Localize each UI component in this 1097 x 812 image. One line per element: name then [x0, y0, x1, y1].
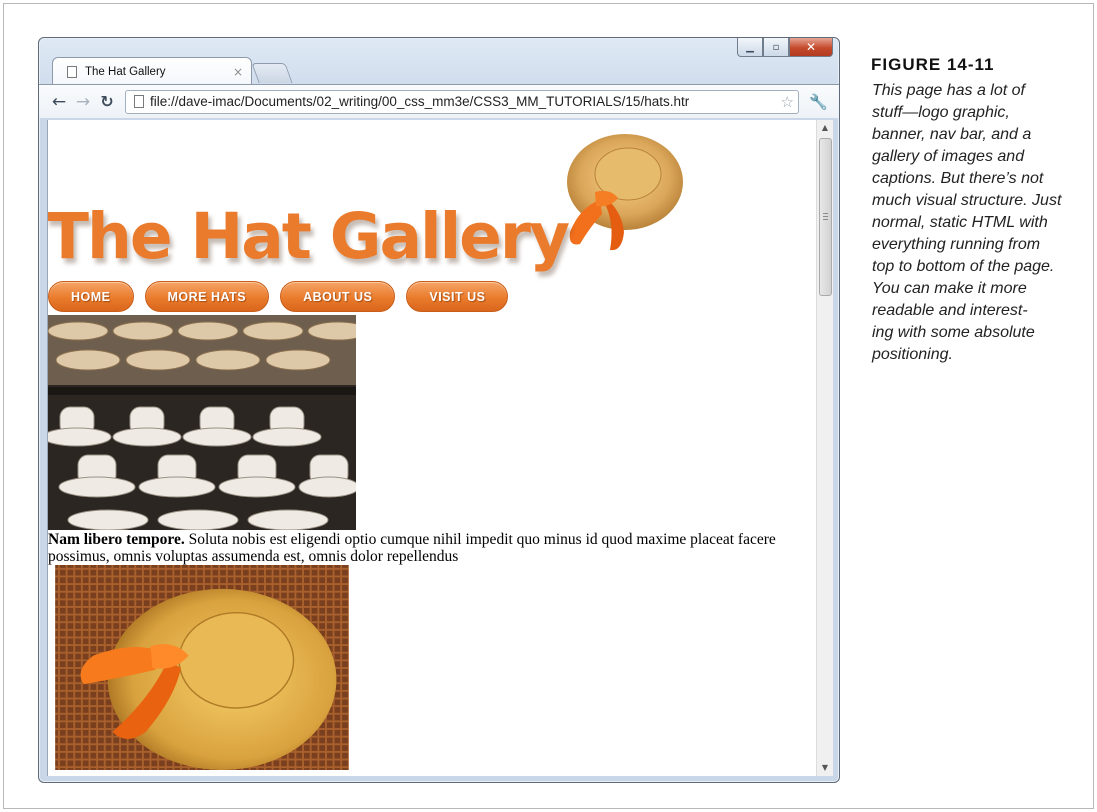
gallery-caption: Nam libero tempore. Soluta nobis est eli…	[48, 530, 808, 565]
tab-title: The Hat Gallery	[85, 65, 166, 78]
window-controls: ▁ ▫ ✕	[737, 38, 833, 58]
scroll-thumb[interactable]	[819, 138, 832, 296]
tab-the-hat-gallery[interactable]: The Hat Gallery ×	[52, 57, 252, 85]
new-tab-button[interactable]	[251, 63, 293, 83]
back-arrow-icon[interactable]: ←	[47, 92, 71, 112]
scroll-up-icon[interactable]: ▲	[817, 120, 833, 136]
caption-line: gallery of images and	[872, 148, 1025, 165]
browser-window: ▁ ▫ ✕ The Hat Gallery × ← → ↻ file://dav…	[38, 37, 840, 783]
caption-line: normal, static HTML with	[872, 214, 1048, 231]
file-page-icon	[134, 95, 144, 108]
site-logo[interactable]: The Hat Gallery	[48, 200, 570, 273]
scroll-down-icon[interactable]: ▼	[817, 760, 833, 776]
nav-about-us-button[interactable]: ABOUT US	[280, 281, 396, 312]
figure-caption: This page has a lot of stuff—logo graphi…	[872, 80, 1072, 366]
grip-icon	[823, 213, 828, 220]
vertical-scrollbar[interactable]: ▲ ▼	[816, 120, 833, 776]
caption-line: readable and interest-	[872, 302, 1028, 319]
caption-line: This page has a lot of	[872, 82, 1025, 99]
main-nav: HOME MORE HATS ABOUT US VISIT US	[48, 281, 509, 312]
caption-line: stuff—logo graphic,	[872, 104, 1010, 121]
url-text[interactable]: file://dave-imac/Documents/02_writing/00…	[150, 94, 779, 109]
browser-toolbar: ← → ↻ file://dave-imac/Documents/02_writ…	[39, 84, 839, 118]
caption-line: banner, nav bar, and a	[872, 126, 1032, 143]
page-viewport: The Hat Gallery HOME MORE HATS ABOUT US …	[47, 120, 816, 776]
maximize-icon[interactable]: ▫	[763, 38, 789, 57]
address-bar[interactable]: file://dave-imac/Documents/02_writing/00…	[125, 89, 799, 114]
wrench-menu-icon[interactable]: 🔧	[809, 93, 828, 111]
page-icon	[67, 65, 77, 78]
tab-close-icon[interactable]: ×	[233, 65, 243, 79]
gallery-image-straw-hat	[55, 565, 349, 770]
nav-more-hats-button[interactable]: MORE HATS	[144, 281, 270, 312]
caption-line: much visual structure. Just	[872, 192, 1062, 209]
gallery-image-hat-shelves	[48, 315, 356, 530]
caption-line: captions. But there’s not	[872, 170, 1044, 187]
close-window-icon[interactable]: ✕	[789, 38, 833, 57]
caption-line: top to bottom of the page.	[872, 258, 1055, 275]
caption-line: ing with some absolute	[872, 324, 1035, 341]
caption-line: everything running from	[872, 236, 1041, 253]
nav-home-button[interactable]: HOME	[48, 281, 134, 312]
caption-line: You can make it more	[872, 280, 1027, 297]
bookmark-star-icon[interactable]: ☆	[781, 93, 794, 111]
reload-icon[interactable]: ↻	[95, 92, 119, 111]
banner: The Hat Gallery HOME MORE HATS ABOUT US …	[48, 120, 816, 315]
caption-title: Nam libero tempore.	[48, 531, 185, 548]
nav-visit-us-button[interactable]: VISIT US	[406, 281, 509, 312]
caption-line: positioning.	[872, 346, 953, 363]
minimize-icon[interactable]: ▁	[737, 38, 763, 57]
figure-label: FIGURE 14-11	[871, 55, 995, 74]
forward-arrow-icon[interactable]: →	[71, 92, 95, 112]
